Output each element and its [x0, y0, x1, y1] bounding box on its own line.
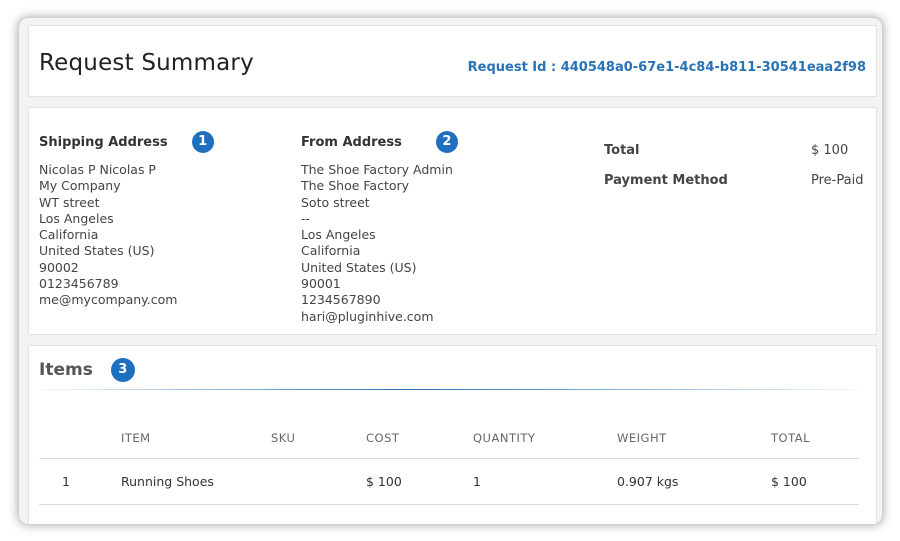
step-badge-2: 2	[435, 131, 458, 153]
header-card: Request Summary Request Id : 440548a0-67…	[28, 25, 877, 97]
row-cost: $ 100	[366, 458, 473, 505]
col-quantity-header: QUANTITY	[473, 418, 617, 459]
shipping-phone: 0123456789	[39, 276, 119, 292]
order-summary: Total $ 100 Payment Method Pre-Paid	[604, 143, 869, 203]
shipping-city: Los Angeles	[39, 210, 114, 226]
shipping-address-section: Shipping Address 1 Nicolas P Nicolas P M…	[39, 130, 214, 309]
address-card: Shipping Address 1 Nicolas P Nicolas P M…	[28, 107, 877, 335]
items-table-header: ITEM SKU COST QUANTITY WEIGHT TOTAL	[39, 418, 859, 459]
items-divider	[39, 389, 859, 390]
from-address-heading: From Address	[301, 134, 402, 150]
from-address-section: From Address 2 The Shoe Factory Admin Th…	[301, 130, 458, 325]
shipping-address-lines: Nicolas P Nicolas P My Company WT street…	[39, 162, 214, 309]
row-weight: 0.907 kgs	[617, 458, 771, 505]
from-street-2: --	[301, 210, 311, 226]
col-total-header: TOTAL	[771, 418, 859, 459]
row-sku	[271, 458, 366, 505]
col-cost-header: COST	[366, 418, 473, 459]
from-city: Los Angeles	[301, 227, 376, 243]
payment-method-value: Pre-Paid	[811, 173, 864, 188]
col-index-header	[39, 418, 121, 459]
from-phone: 1234567890	[301, 292, 381, 308]
shipping-name: Nicolas P Nicolas P	[39, 162, 156, 177]
col-weight-header: WEIGHT	[617, 418, 771, 459]
shipping-company: My Company	[39, 178, 121, 194]
row-total: $ 100	[771, 458, 859, 505]
shipping-address-heading: Shipping Address	[39, 134, 168, 150]
from-name: The Shoe Factory Admin	[301, 162, 453, 177]
from-country: United States (US)	[301, 259, 417, 275]
payment-method-label: Payment Method	[604, 173, 728, 188]
row-quantity: 1	[473, 458, 617, 505]
page-title: Request Summary	[39, 50, 254, 76]
table-row: 1 Running Shoes $ 100 1 0.907 kgs $ 100	[39, 458, 859, 505]
from-address-lines: The Shoe Factory Admin The Shoe Factory …	[301, 162, 458, 325]
step-badge-3: 3	[110, 358, 135, 382]
col-item-header: ITEM	[121, 418, 271, 459]
from-zip: 90001	[301, 276, 341, 292]
total-label: Total	[604, 143, 640, 158]
from-company: The Shoe Factory	[301, 178, 410, 194]
shipping-zip: 90002	[39, 259, 79, 275]
items-heading: Items	[39, 360, 93, 380]
payment-method-row: Payment Method Pre-Paid	[604, 173, 869, 203]
request-id: Request Id : 440548a0-67e1-4c84-b811-305…	[467, 60, 866, 75]
row-item: Running Shoes	[121, 458, 271, 505]
total-row: Total $ 100	[604, 143, 869, 173]
row-index: 1	[39, 458, 121, 505]
from-state: California	[301, 243, 361, 259]
shipping-email: me@mycompany.com	[39, 292, 178, 308]
step-badge-1: 1	[191, 131, 214, 153]
from-street: Soto street	[301, 194, 370, 210]
total-value: $ 100	[811, 143, 849, 158]
items-table: ITEM SKU COST QUANTITY WEIGHT TOTAL 1 Ru…	[39, 418, 859, 505]
col-sku-header: SKU	[271, 418, 366, 459]
items-card: Items 3 ITEM SKU COST QUANTITY WEIGHT TO…	[28, 345, 877, 524]
from-email: hari@pluginhive.com	[301, 308, 434, 324]
shipping-street: WT street	[39, 194, 100, 210]
shipping-state: California	[39, 227, 99, 243]
app-frame: Request Summary Request Id : 440548a0-67…	[18, 17, 883, 525]
shipping-country: United States (US)	[39, 243, 155, 259]
